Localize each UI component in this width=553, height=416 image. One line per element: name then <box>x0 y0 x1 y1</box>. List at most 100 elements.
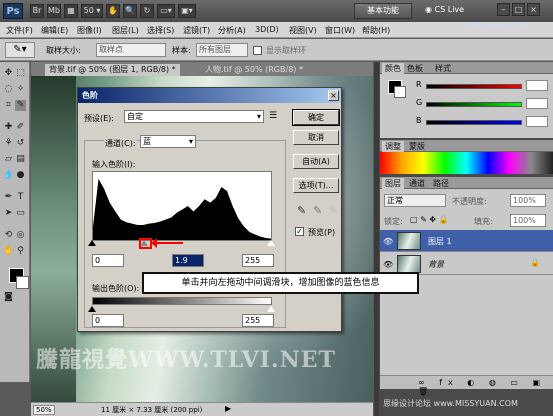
show-sampling-ring-checkbox[interactable] <box>253 46 262 55</box>
input-black-slider[interactable] <box>88 240 96 246</box>
hand-tool-icon[interactable]: ✋ <box>3 246 14 257</box>
output-black-field[interactable]: 0 <box>92 314 124 327</box>
preview-checkbox[interactable]: ✓ <box>295 227 304 236</box>
tab-person-doc[interactable]: 人物.tif @ 50% (RGB/8) * <box>201 64 307 76</box>
output-white-slider[interactable] <box>267 306 275 312</box>
output-white-field[interactable]: 255 <box>242 314 274 327</box>
type-tool-icon[interactable]: T <box>15 192 26 203</box>
minibridge-icon[interactable]: Mb <box>47 4 61 18</box>
input-midtone-field[interactable]: 1.9 <box>172 254 204 267</box>
tool-preset-picker[interactable]: ✎▾ <box>5 42 35 58</box>
maximize-button[interactable]: □ <box>512 3 525 16</box>
zoom-icon[interactable]: 🔍 <box>123 4 137 18</box>
menu-file[interactable]: 文件(F) <box>6 25 33 36</box>
menu-3d[interactable]: 3D(D) <box>255 25 279 34</box>
eraser-tool-icon[interactable]: ▱ <box>3 154 14 165</box>
eyedropper-tool-icon[interactable]: ✎ <box>15 100 26 111</box>
menu-layer[interactable]: 图层(L) <box>112 25 139 36</box>
status-menu-arrow-icon[interactable]: ▶ <box>225 404 231 413</box>
menu-view[interactable]: 视图(V) <box>289 25 317 36</box>
ok-button[interactable]: 确定 <box>292 109 340 126</box>
lasso-tool-icon[interactable]: ◌ <box>3 84 14 95</box>
move-tool-icon[interactable]: ✥ <box>3 68 14 79</box>
pen-tool-icon[interactable]: ✒ <box>3 192 14 203</box>
3d-rotate-tool-icon[interactable]: ⟲ <box>3 230 14 241</box>
preset-select[interactable]: 自定 ▾ <box>124 110 264 123</box>
tab-styles[interactable]: 样式 <box>432 63 454 74</box>
white-eyedropper-icon[interactable]: ✎ <box>329 204 338 217</box>
red-slider[interactable] <box>426 84 522 89</box>
preset-options-icon[interactable]: ☰ <box>269 111 277 121</box>
sample-select[interactable]: 所有图层 <box>196 43 248 57</box>
minimize-button[interactable]: – <box>497 3 510 16</box>
zoom-level-dropdown[interactable]: 50 ▾ <box>81 4 103 18</box>
menu-analysis[interactable]: 分析(A) <box>218 25 246 36</box>
tab-background-doc[interactable]: 背景.tif @ 50% (图层 1, RGB/8) * <box>45 64 180 76</box>
background-color-swatch[interactable] <box>16 276 29 289</box>
workspace-button[interactable]: 基本功能 <box>354 3 412 19</box>
tab-adjustments[interactable]: 调整 <box>382 141 404 152</box>
tab-color[interactable]: 颜色 <box>382 63 404 74</box>
input-white-slider[interactable] <box>267 240 275 246</box>
menu-filter[interactable]: 滤镜(T) <box>183 25 210 36</box>
close-window-button[interactable]: × <box>527 3 540 16</box>
output-black-slider[interactable] <box>88 306 96 312</box>
screen-mode-icon[interactable]: ▣▾ <box>178 4 196 18</box>
fill-field[interactable]: 100% <box>510 214 546 227</box>
marquee-tool-icon[interactable]: ⬚ <box>15 68 26 79</box>
menu-help[interactable]: 帮助(H) <box>362 25 390 36</box>
sample-size-select[interactable]: 取样点 <box>96 43 166 57</box>
green-slider[interactable] <box>426 102 522 107</box>
bridge-icon[interactable]: Br <box>30 4 44 18</box>
dodge-tool-icon[interactable]: ● <box>15 170 26 181</box>
gray-eyedropper-icon[interactable]: ✎ <box>313 204 322 217</box>
history-brush-tool-icon[interactable]: ↺ <box>15 138 26 149</box>
hand-icon[interactable]: ✋ <box>106 4 120 18</box>
green-value-field[interactable] <box>526 98 548 109</box>
opacity-field[interactable]: 100% <box>510 194 546 207</box>
arrange-documents-icon[interactable]: ▭▾ <box>157 4 175 18</box>
blend-mode-select[interactable]: 正常 <box>384 194 446 207</box>
menu-window[interactable]: 窗口(W) <box>325 25 355 36</box>
cs-live-button[interactable]: ◉ CS Live <box>425 5 464 14</box>
auto-button[interactable]: 自动(A) <box>293 154 339 169</box>
black-eyedropper-icon[interactable]: ✎ <box>297 204 306 217</box>
layer-action-icons[interactable]: ∞ fx ◐ ◍ ▭ ▣ 🗑 <box>418 378 553 396</box>
lock-icons[interactable]: ▢ ✎ ✥ 🔒 <box>410 215 449 224</box>
zoom-tool-icon[interactable]: ⚲ <box>15 246 26 257</box>
guides-icon[interactable]: ▦ <box>64 4 78 18</box>
visibility-eye-icon[interactable]: 👁 <box>383 260 393 269</box>
3d-camera-tool-icon[interactable]: ◎ <box>15 230 26 241</box>
options-button[interactable]: 选项(T)... <box>293 178 339 193</box>
rotate-view-icon[interactable]: ↻ <box>140 4 154 18</box>
input-white-field[interactable]: 255 <box>242 254 274 267</box>
panel-background-color[interactable] <box>394 86 406 98</box>
red-value-field[interactable] <box>526 80 548 91</box>
tab-swatches[interactable]: 色板 <box>404 63 426 74</box>
tab-masks[interactable]: 蒙版 <box>406 141 428 152</box>
layer-row[interactable]: 👁 图层 1 <box>380 230 553 252</box>
zoom-readout[interactable]: 50% <box>33 405 55 415</box>
healing-brush-tool-icon[interactable]: ✚ <box>3 122 14 133</box>
quick-select-tool-icon[interactable]: ✧ <box>15 84 26 95</box>
cancel-button[interactable]: 取消 <box>293 130 339 145</box>
brush-tool-icon[interactable]: ✐ <box>15 122 26 133</box>
blue-slider[interactable] <box>426 120 522 125</box>
tab-layers[interactable]: 图层 <box>382 178 404 189</box>
visibility-eye-icon[interactable]: 👁 <box>383 237 393 246</box>
tab-channels[interactable]: 通道 <box>406 178 428 189</box>
menu-edit[interactable]: 编辑(E) <box>41 25 68 36</box>
channel-select[interactable]: 蓝 ▾ <box>140 135 196 148</box>
clone-stamp-tool-icon[interactable]: ⚘ <box>3 138 14 149</box>
gradient-tool-icon[interactable]: ▤ <box>15 154 26 165</box>
menu-image[interactable]: 图像(I) <box>77 25 102 36</box>
crop-tool-icon[interactable]: ⌗ <box>3 100 14 111</box>
tab-paths[interactable]: 路径 <box>430 178 452 189</box>
shape-tool-icon[interactable]: ▭ <box>15 208 26 219</box>
input-black-field[interactable]: 0 <box>92 254 124 267</box>
menu-select[interactable]: 选择(S) <box>147 25 174 36</box>
blur-tool-icon[interactable]: 💧 <box>3 170 14 181</box>
blue-value-field[interactable] <box>526 116 548 127</box>
color-ramp[interactable] <box>380 152 553 174</box>
quick-mask-icon[interactable]: ◙ <box>3 292 14 303</box>
